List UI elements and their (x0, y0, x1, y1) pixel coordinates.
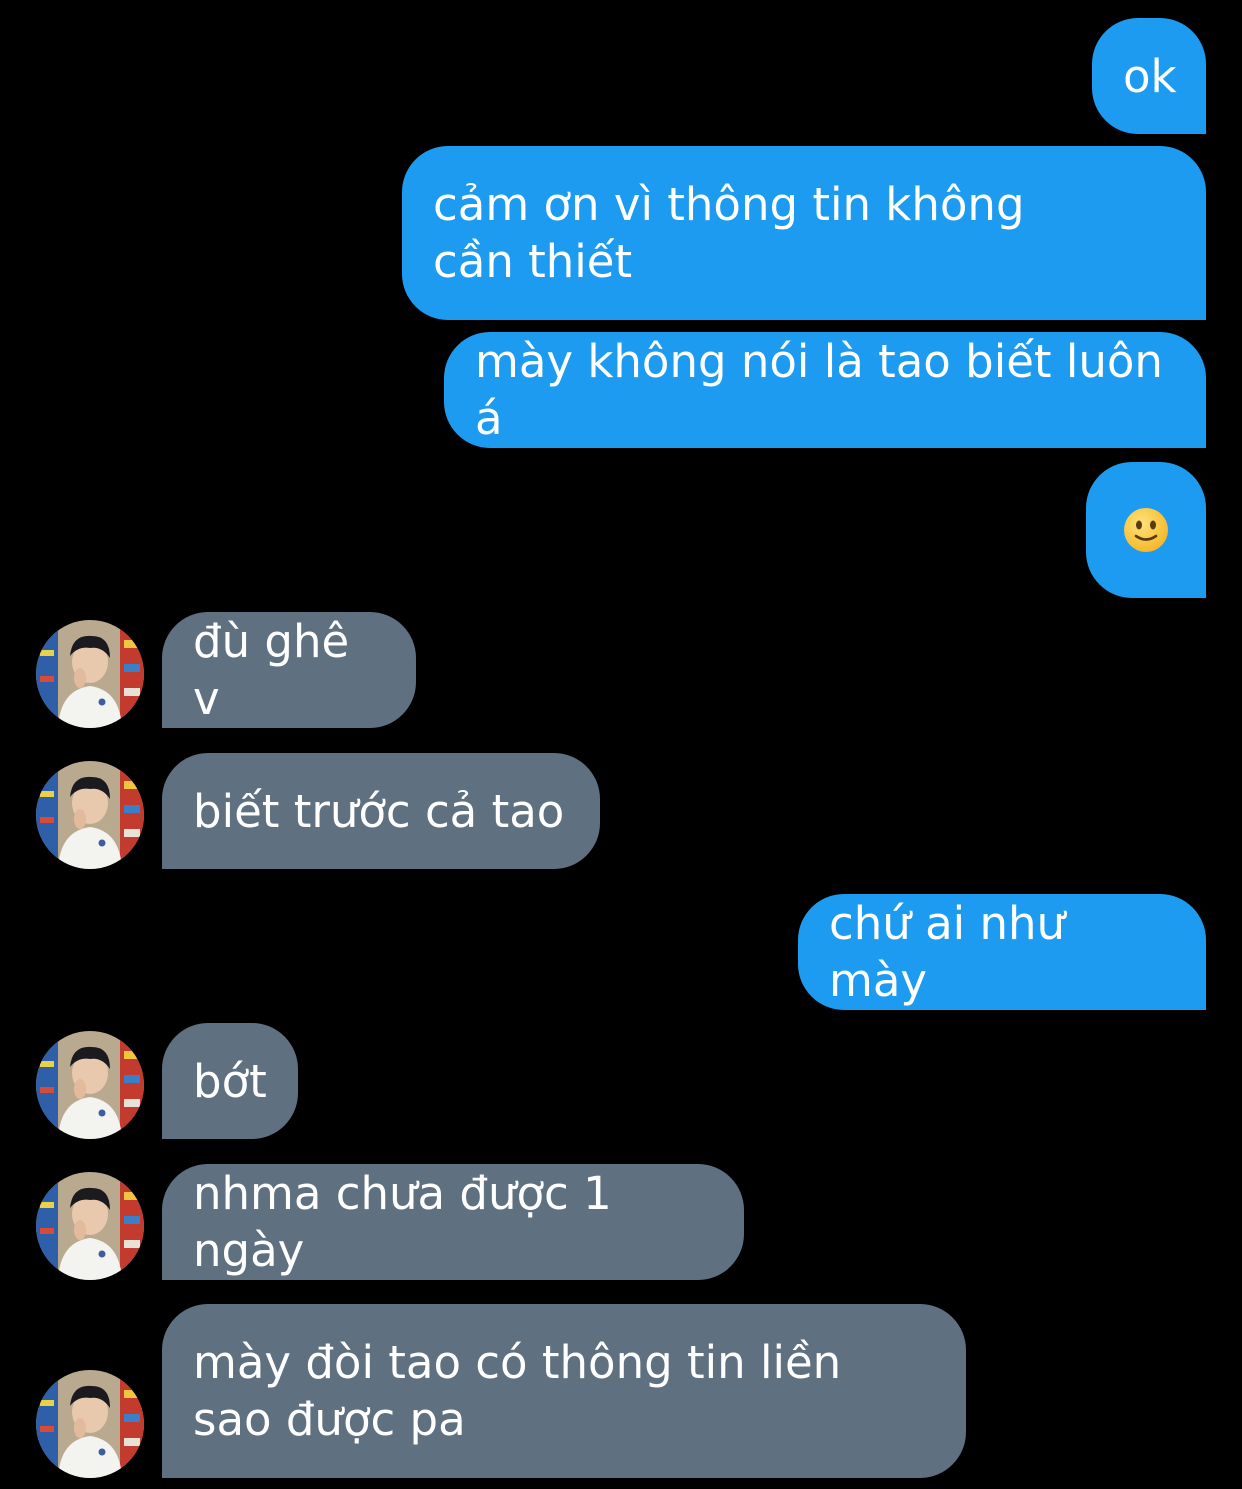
message-text: nhma chưa được 1 ngày (193, 1167, 627, 1277)
incoming-message-bubble[interactable]: bớt (162, 1023, 298, 1139)
message-text: ok (1123, 49, 1177, 103)
outgoing-message-bubble[interactable]: ok (1092, 18, 1206, 134)
outgoing-message-bubble[interactable]: chứ ai như mày (798, 894, 1206, 1010)
contact-avatar[interactable] (36, 1031, 144, 1139)
incoming-message-bubble[interactable]: mày đòi tao có thông tin liền sao được p… (162, 1304, 966, 1478)
outgoing-message-bubble[interactable]: cảm ơn vì thông tin không cần thiết (402, 146, 1206, 320)
message-text: đù ghê v (193, 615, 364, 725)
incoming-message-bubble[interactable]: nhma chưa được 1 ngày (162, 1164, 744, 1280)
slightly-smiling-face-icon (1124, 508, 1168, 552)
message-text: mày không nói là tao biết luôn á (475, 335, 1178, 445)
outgoing-message-bubble[interactable]: 🙂 (1086, 462, 1206, 598)
contact-avatar[interactable] (36, 761, 144, 869)
contact-avatar[interactable] (36, 1370, 144, 1478)
message-text: bớt (193, 1054, 267, 1108)
incoming-message-bubble[interactable]: đù ghê v (162, 612, 416, 728)
contact-avatar[interactable] (36, 1172, 144, 1280)
incoming-message-bubble[interactable]: biết trước cả tao (162, 753, 600, 869)
outgoing-message-bubble[interactable]: mày không nói là tao biết luôn á (444, 332, 1206, 448)
contact-avatar[interactable] (36, 620, 144, 728)
message-text: mày đòi tao có thông tin liền sao được p… (193, 1336, 856, 1446)
message-text: cảm ơn vì thông tin không cần thiết (433, 178, 1039, 288)
message-text: biết trước cả tao (193, 784, 565, 838)
message-text: chứ ai như mày (829, 897, 1080, 1007)
